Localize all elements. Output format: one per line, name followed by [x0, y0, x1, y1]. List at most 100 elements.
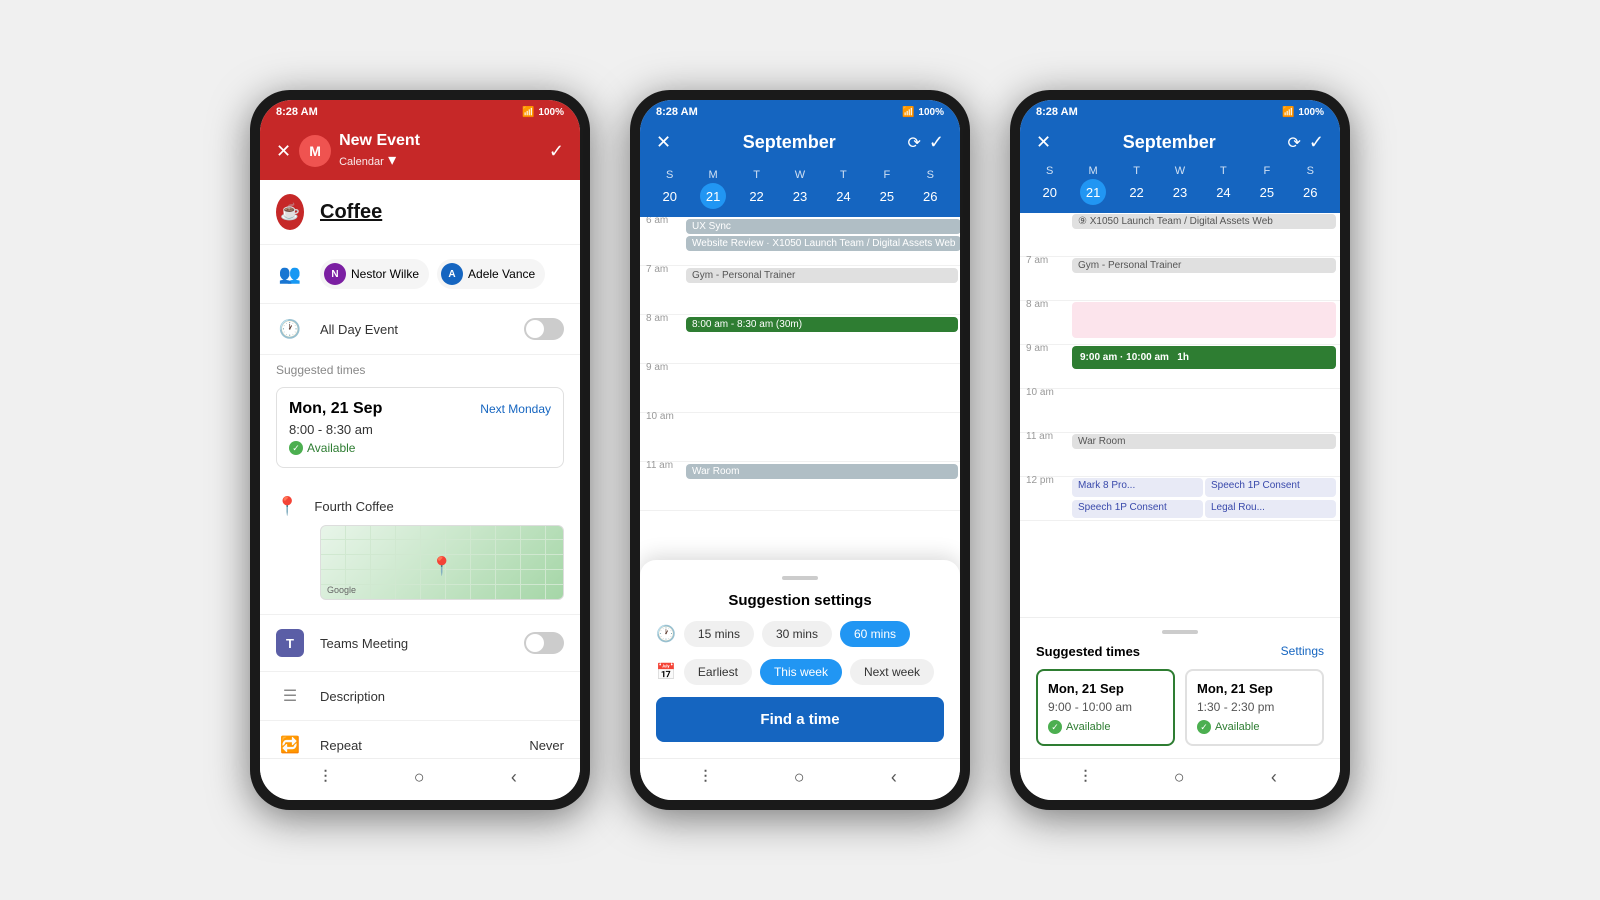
- p3-cal-23[interactable]: 23: [1167, 179, 1193, 205]
- check-button-3[interactable]: ✓: [1309, 132, 1324, 153]
- event-ux-sync[interactable]: UX Sync: [686, 219, 960, 234]
- p3-event-gym[interactable]: Gym - Personal Trainer: [1072, 258, 1336, 273]
- calendar-icon-sheet: 📅: [656, 662, 676, 682]
- close-button-2[interactable]: ✕: [656, 132, 671, 153]
- suggestion-time: 8:00 - 8:30 am: [289, 422, 551, 437]
- wifi-icon-1: 📶: [522, 107, 534, 118]
- settings-link[interactable]: Settings: [1281, 644, 1324, 659]
- wifi-icon-3: 📶: [1282, 107, 1294, 118]
- nav-home-icon[interactable]: ○: [414, 767, 425, 788]
- battery-3: 100%: [1298, 107, 1324, 118]
- cal-date-20[interactable]: 20: [657, 183, 683, 209]
- map-preview[interactable]: 📍 Google: [320, 525, 564, 600]
- p3-cal-21[interactable]: 21: [1080, 179, 1106, 205]
- battery-2: 100%: [918, 107, 944, 118]
- event-gym[interactable]: Gym - Personal Trainer: [686, 268, 958, 283]
- p3-cal-20[interactable]: 20: [1037, 179, 1063, 205]
- p3-event-speech2[interactable]: Speech 1P Consent: [1072, 500, 1203, 519]
- nav-menu-icon-2[interactable]: ⫶: [703, 767, 708, 788]
- p3-cal-26[interactable]: 26: [1297, 179, 1323, 205]
- p3-event-warroom[interactable]: War Room: [1072, 434, 1336, 449]
- chip-this-week[interactable]: This week: [760, 659, 842, 685]
- chip-next-week[interactable]: Next week: [850, 659, 934, 685]
- nav-menu-icon[interactable]: ⫶: [323, 767, 328, 788]
- time-card-2[interactable]: Mon, 21 Sep 1:30 - 2:30 pm Available: [1185, 669, 1324, 746]
- p3-event-speech1[interactable]: Speech 1P Consent: [1205, 478, 1336, 497]
- attendees-row[interactable]: 👥 N Nestor Wilke A Adele Vance: [260, 245, 580, 304]
- cal-date-21[interactable]: 21: [700, 183, 726, 209]
- nav-back-icon-3[interactable]: ‹: [1271, 767, 1277, 788]
- p3-timeslot-7am: 7 am Gym - Personal Trainer: [1020, 257, 1340, 301]
- sync-icon-2[interactable]: ⟳: [908, 133, 921, 153]
- attendee-avatar-1: N: [324, 263, 346, 285]
- p3-timeslot-10am: 10 am: [1020, 389, 1340, 433]
- cal-date-24[interactable]: 24: [830, 183, 856, 209]
- sheet-handle-3: [1162, 630, 1198, 634]
- event-website-review[interactable]: Website Review · X1050 Launch Team / Dig…: [686, 236, 960, 251]
- cal-date-26[interactable]: 26: [917, 183, 943, 209]
- chip-earliest[interactable]: Earliest: [684, 659, 752, 685]
- teams-row: T Teams Meeting: [260, 615, 580, 672]
- attendee-chip-2[interactable]: A Adele Vance: [437, 259, 545, 289]
- available-dot: [289, 441, 303, 455]
- p3-pink-block: [1072, 302, 1336, 338]
- teams-toggle[interactable]: [524, 632, 564, 654]
- phone2-nav: ⫶ ○ ‹: [640, 758, 960, 800]
- cal-date-22[interactable]: 22: [744, 183, 770, 209]
- nav-home-icon-2[interactable]: ○: [794, 767, 805, 788]
- event-name[interactable]: Coffee: [320, 201, 382, 224]
- p3-cal-25[interactable]: 25: [1254, 179, 1280, 205]
- nav-back-icon[interactable]: ‹: [511, 767, 517, 788]
- nav-home-icon-3[interactable]: ○: [1174, 767, 1185, 788]
- p3-event-x1050[interactable]: ⑨ X1050 Launch Team / Digital Assets Web: [1072, 214, 1336, 229]
- chip-30mins[interactable]: 30 mins: [762, 621, 832, 647]
- suggestion-card[interactable]: Mon, 21 Sep Next Monday 8:00 - 8:30 am A…: [276, 387, 564, 468]
- event-name-row: ☕ Coffee: [260, 180, 580, 245]
- event-war-room[interactable]: War Room: [686, 464, 958, 479]
- sheet-title: Suggestion settings: [656, 592, 944, 609]
- p3-cal-24[interactable]: 24: [1210, 179, 1236, 205]
- timeslot-7am: 7 am Gym - Personal Trainer: [640, 266, 960, 315]
- phone-3: 8:28 AM 📶 100% ✕ September ⟳ ✓ S M T: [1010, 90, 1350, 810]
- time-2: 8:28 AM: [656, 106, 698, 118]
- day-label-t1: T: [735, 167, 778, 183]
- description-row[interactable]: ☰ Description: [260, 672, 580, 721]
- map-brand-label: Google: [327, 585, 356, 595]
- time-card-available-2: Available: [1197, 720, 1312, 734]
- cal-date-25[interactable]: 25: [874, 183, 900, 209]
- p3-event-mark8[interactable]: Mark 8 Pro...: [1072, 478, 1203, 497]
- find-time-button[interactable]: Find a time: [656, 697, 944, 742]
- chip-15mins[interactable]: 15 mins: [684, 621, 754, 647]
- sync-icon-3[interactable]: ⟳: [1288, 133, 1301, 153]
- repeat-value: Never: [529, 738, 564, 753]
- suggestion-sheet: Suggestion settings 🕐 15 mins 30 mins 60…: [640, 560, 960, 758]
- repeat-row[interactable]: 🔁 Repeat Never: [260, 721, 580, 758]
- close-button-1[interactable]: ✕: [276, 141, 291, 162]
- check-button-2[interactable]: ✓: [929, 132, 944, 153]
- p3-timeslot-8am: 8 am: [1020, 301, 1340, 345]
- time-card-1[interactable]: Mon, 21 Sep 9:00 - 10:00 am Available: [1036, 669, 1175, 746]
- attendees-list: N Nestor Wilke A Adele Vance: [320, 259, 545, 289]
- suggested-times-section: Suggested times Settings Mon, 21 Sep 9:0…: [1020, 617, 1340, 758]
- cal-date-23[interactable]: 23: [787, 183, 813, 209]
- p3-event-coffee-9am[interactable]: 9:00 am · 10:00 am 1h: [1072, 346, 1336, 369]
- nav-menu-icon-3[interactable]: ⫶: [1083, 767, 1088, 788]
- all-day-toggle[interactable]: [524, 318, 564, 340]
- phone3-nav: ⫶ ○ ‹: [1020, 758, 1340, 800]
- chip-60mins[interactable]: 60 mins: [840, 621, 910, 647]
- time-3: 8:28 AM: [1036, 106, 1078, 118]
- p3-event-legal[interactable]: Legal Rou...: [1205, 500, 1336, 519]
- suggestion-next: Next Monday: [480, 402, 551, 416]
- suggestion-date: Mon, 21 Sep: [289, 400, 382, 418]
- p3-cal-22[interactable]: 22: [1124, 179, 1150, 205]
- event-coffee-time[interactable]: 8:00 am - 8:30 am (30m): [686, 317, 958, 332]
- nav-back-icon-2[interactable]: ‹: [891, 767, 897, 788]
- day-label-t2: T: [822, 167, 865, 183]
- clock-icon: 🕐: [279, 319, 301, 340]
- attendee-chip-1[interactable]: N Nestor Wilke: [320, 259, 429, 289]
- location-row[interactable]: 📍 Fourth Coffee 📍 Google: [260, 482, 580, 615]
- time-card-available-1: Available: [1048, 720, 1163, 734]
- check-button-1[interactable]: ✓: [549, 141, 564, 162]
- close-button-3[interactable]: ✕: [1036, 132, 1051, 153]
- battery-1: 100%: [538, 107, 564, 118]
